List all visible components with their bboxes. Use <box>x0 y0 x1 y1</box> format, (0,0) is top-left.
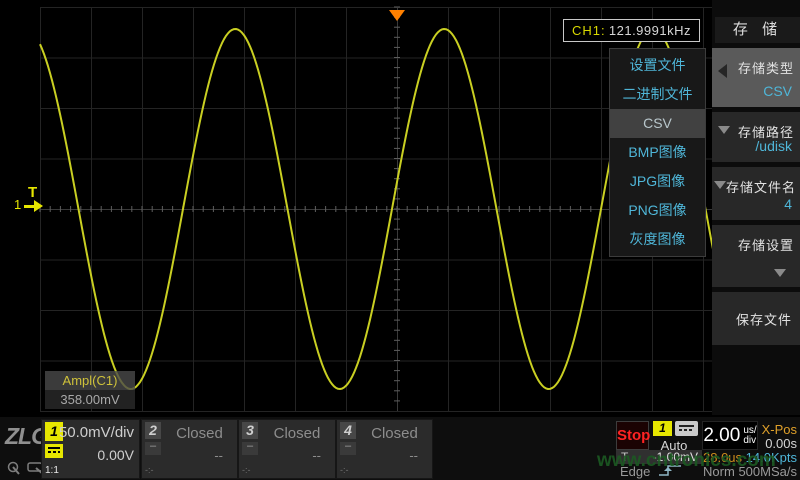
ch1-frequency-readout: CH1: 121.9991kHz <box>563 19 700 42</box>
section-storage-path[interactable]: 存储路径 /udisk <box>712 112 800 162</box>
channel3-time: -:- <box>242 465 251 475</box>
acquisition-points: 14.0Kpts <box>746 450 797 465</box>
arrow-down-icon <box>774 269 786 277</box>
channel1-probe-ratio: 1:1 <box>45 465 59 476</box>
marker-arrow-icon <box>24 205 34 208</box>
arrow-left-icon <box>718 64 727 78</box>
section-label: 存储设置 <box>738 235 794 254</box>
channel2-time: -:- <box>145 465 154 475</box>
storage-side-panel: 存 储 存储类型 CSV 存储路径 /udisk 存储文件名 4 存储设置 保存… <box>712 0 800 415</box>
menu-item-png-image[interactable]: PNG图像 <box>610 196 705 225</box>
channel2-block[interactable]: 2 Closed – -- -:- <box>141 419 238 479</box>
coupling-dash-icon: – <box>242 442 258 455</box>
touch-gesture-icon[interactable] <box>6 461 23 476</box>
channel4-block[interactable]: 4 Closed – -- -:- <box>336 419 433 479</box>
storage-type-dropdown: 设置文件 二进制文件 CSV BMP图像 JPG图像 PNG图像 灰度图像 <box>609 48 706 257</box>
channel4-value: -- <box>409 448 418 463</box>
channel3-block[interactable]: 3 Closed – -- -:- <box>238 419 336 479</box>
section-save-file[interactable]: 保存文件 <box>712 292 800 345</box>
measurement-value: 358.00mV <box>45 390 135 409</box>
trigger-t-label: T <box>28 184 37 201</box>
measurement-overlay: Ampl(C1) 358.00mV <box>45 371 135 409</box>
menu-item-gray-image[interactable]: 灰度图像 <box>610 225 705 254</box>
section-storage-type[interactable]: 存储类型 CSV <box>712 48 800 107</box>
channel1-marker-label: 1 <box>14 197 21 212</box>
xpos-value: 0.00s <box>765 436 797 451</box>
coupling-dash-icon: – <box>145 442 161 455</box>
section-label: 保存文件 <box>736 309 792 328</box>
channel2-status: Closed <box>162 425 237 442</box>
bottom-status-bar: ZLG® 1 50.0mV/div 0.00V 1:1 2 Closed – -… <box>0 415 800 480</box>
trigger-source-badge[interactable]: 1 <box>653 421 672 436</box>
menu-item-csv[interactable]: CSV <box>610 109 705 138</box>
sweep-mode-label: Norm <box>703 464 735 479</box>
channel3-value: -- <box>312 448 321 463</box>
coupling-dash-icon: – <box>340 442 356 455</box>
channel4-status: Closed <box>357 425 432 442</box>
sample-rate-label: 500MSa/s <box>738 464 797 479</box>
xpos-label: X-Pos <box>762 422 797 437</box>
timebase-readout[interactable]: 2.00 us/ div <box>702 421 758 450</box>
channel1-scale: 50.0mV/div <box>59 424 134 441</box>
measurement-label: Ampl(C1) <box>45 371 135 390</box>
channel1-block[interactable]: 1 50.0mV/div 0.00V 1:1 <box>41 419 140 479</box>
trigger-type-label: Edge <box>620 464 650 479</box>
freq-channel-label: CH1: <box>572 23 606 38</box>
menu-item-binary-file[interactable]: 二进制文件 <box>610 80 705 109</box>
section-storage-filename[interactable]: 存储文件名 4 <box>712 167 800 220</box>
timebase-unit: us/ div <box>743 426 756 446</box>
section-label: 存储类型 <box>738 58 794 77</box>
freq-value: 121.9991kHz <box>609 23 691 38</box>
rising-edge-icon <box>656 462 684 478</box>
channel1-offset: 0.00V <box>97 447 134 463</box>
section-label: 存储文件名 <box>726 177 796 196</box>
section-value: 4 <box>784 196 792 212</box>
trigger-t: T <box>621 450 628 464</box>
section-value: /udisk <box>755 138 792 154</box>
channel3-status: Closed <box>259 425 335 442</box>
trigger-position-marker-icon[interactable] <box>389 10 405 21</box>
trigger-coupling-icon[interactable] <box>675 421 698 436</box>
channel4-badge: 4 <box>340 422 356 439</box>
channel4-time: -:- <box>340 465 349 475</box>
timebase-value: 2.00 <box>703 425 740 447</box>
marker-arrowhead-icon <box>34 200 43 212</box>
ch1-trigger-level-marker[interactable]: T 1 <box>12 184 48 218</box>
menu-item-bmp-image[interactable]: BMP图像 <box>610 138 705 167</box>
arrow-down-icon <box>718 126 730 134</box>
oscilloscope-screen: T 1 CH1: 121.9991kHz Ampl(C1) 358.00mV 设… <box>0 0 800 480</box>
channel2-value: -- <box>214 448 223 463</box>
run-state-indicator[interactable]: Stop <box>616 421 649 450</box>
menu-item-settings-file[interactable]: 设置文件 <box>610 51 705 80</box>
arrow-down-icon <box>714 181 726 189</box>
acquisition-window: 28.0us <box>703 450 742 465</box>
menu-item-jpg-image[interactable]: JPG图像 <box>610 167 705 196</box>
section-value: CSV <box>763 83 792 99</box>
dc-coupling-icon <box>45 444 63 458</box>
section-storage-settings[interactable]: 存储设置 <box>712 225 800 287</box>
channel2-badge: 2 <box>145 422 161 439</box>
panel-title: 存 储 <box>715 17 800 43</box>
channel3-badge: 3 <box>242 422 258 439</box>
